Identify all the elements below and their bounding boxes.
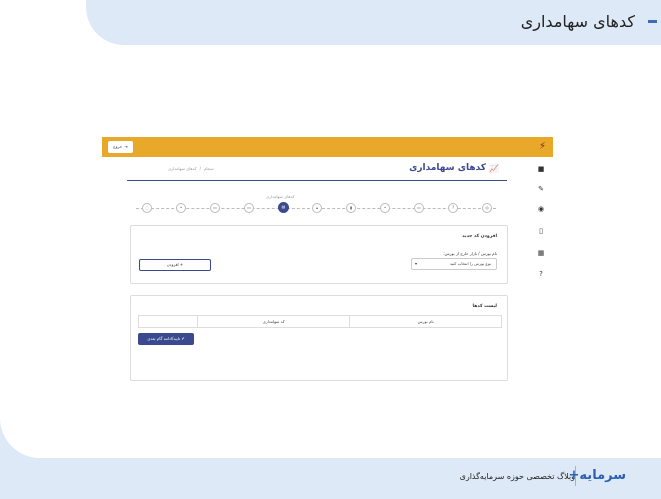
question-icon[interactable]: ? — [536, 269, 546, 279]
codes-table: نام بورس کد سهامداری — [138, 315, 502, 328]
wizard-step-check-icon[interactable]: ◎ — [482, 203, 492, 213]
wizard-step-question-icon[interactable]: ? — [448, 203, 458, 213]
logout-button[interactable]: ⇥ خروج — [108, 141, 133, 153]
breadcrumb: سجام / کدهای سهامداری — [168, 166, 214, 171]
breadcrumb-item[interactable]: سجام — [204, 166, 214, 171]
plus-icon: + — [179, 262, 184, 267]
app-topbar: ⇥ خروج ⚡ — [102, 137, 553, 157]
brand-logo: سرمایه+ — [569, 464, 626, 488]
chart-line-icon: 📈 — [489, 163, 499, 173]
wizard-step-lock-icon[interactable]: ◌ — [142, 203, 152, 213]
mobile-icon[interactable]: ▯ — [536, 226, 546, 236]
wizard-step-card-icon[interactable]: ▭ — [244, 203, 254, 213]
slide-title: کدهای سهامداری — [520, 12, 635, 31]
list-panel-title: لیست کدها — [472, 304, 497, 309]
exchange-select[interactable]: نوع بورس را انتخاب کنید ▾ — [411, 258, 497, 270]
title-accent-bar — [648, 20, 657, 23]
add-button-label: افزودن — [166, 262, 179, 267]
wizard-step-active-icon[interactable]: ▤ — [278, 202, 289, 213]
brand-logo-text: سرمایه+ — [568, 468, 626, 483]
breadcrumb-item: کدهای سهامداری — [168, 166, 197, 171]
column-header-actions — [138, 315, 198, 328]
page-header: 📈 کدهای سهامداری سجام / کدهای سهامداری — [127, 157, 507, 181]
app-content: 📈 کدهای سهامداری سجام / کدهای سهامداری ک… — [102, 157, 528, 381]
add-panel-title: افزودن کد جدید — [462, 234, 497, 239]
edit-icon[interactable]: ✎ — [536, 184, 546, 194]
building-icon[interactable]: ▦ — [536, 248, 546, 258]
wizard-step-doc-icon[interactable]: ▭ — [414, 203, 424, 213]
wizard-step-grad-icon[interactable]: ▴ — [312, 203, 322, 213]
add-button[interactable]: + افزودن — [139, 259, 211, 271]
confirm-next-button[interactable]: ✔ تایید/ادامه گام بعدی — [138, 333, 194, 345]
table-header-row: نام بورس کد سهامداری — [138, 315, 502, 328]
footer-text: وبلاگ تخصصی حوزه سرمایه‌گذاری — [459, 472, 575, 481]
wizard-step-dots-icon[interactable]: • — [176, 203, 186, 213]
confirm-button-label: تایید/ادامه گام بعدی — [147, 336, 181, 341]
check-icon: ✔ — [181, 336, 185, 341]
wizard-step-bank-icon[interactable]: ▮ — [346, 203, 356, 213]
chevron-down-icon: ▾ — [415, 261, 418, 266]
app-logo-icon[interactable]: ⚡ — [535, 140, 550, 154]
exchange-field-label: نام بورس / بازار خارج از بورس: — [443, 251, 497, 256]
column-header-exchange: نام بورس — [349, 315, 502, 328]
eye-icon[interactable]: ◉ — [536, 204, 546, 214]
add-code-panel: افزودن کد جدید نام بورس / بازار خارج از … — [130, 225, 508, 284]
slide-header: کدهای سهامداری — [86, 0, 661, 45]
column-header-code: کد سهامداری — [196, 315, 351, 328]
wizard-step-pin-icon[interactable]: • — [380, 203, 390, 213]
book-icon[interactable]: ■ — [536, 164, 546, 174]
breadcrumb-separator: / — [199, 166, 201, 171]
slide: کدهای سهامداری ⇥ خروج ⚡ ■ ✎ ◉ ▯ ▦ ? 📈 کد… — [0, 0, 661, 458]
page-title-text: کدهای سهامداری — [409, 163, 487, 173]
exchange-select-value: نوع بورس را انتخاب کنید — [449, 261, 491, 266]
app-screenshot: ⇥ خروج ⚡ ■ ✎ ◉ ▯ ▦ ? 📈 کدهای سهامداری سج… — [102, 137, 553, 381]
wizard-step-id-icon[interactable]: ▭ — [210, 203, 220, 213]
page-title: 📈 کدهای سهامداری — [409, 163, 499, 173]
logout-icon: ⇥ — [124, 144, 128, 149]
wizard-steps: ◌ • ▭ ▭ ▤ ▴ ▮ • ▭ ? ◎ — [130, 201, 502, 215]
app-sidebar: ■ ✎ ◉ ▯ ▦ ? — [528, 157, 553, 369]
codes-list-panel: لیست کدها نام بورس کد سهامداری ✔ تایید/ا… — [130, 295, 508, 381]
wizard-active-step-label: کدهای سهامداری — [266, 194, 295, 199]
logout-label: خروج — [113, 144, 123, 149]
